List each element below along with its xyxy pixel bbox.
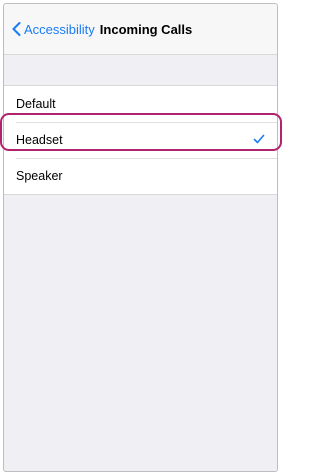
option-label: Headset bbox=[16, 133, 63, 147]
navigation-bar: Accessibility Incoming Calls bbox=[4, 4, 277, 55]
option-label: Speaker bbox=[16, 169, 63, 183]
option-headset[interactable]: Headset bbox=[4, 122, 277, 158]
option-label: Default bbox=[16, 97, 56, 111]
section-spacer bbox=[4, 55, 277, 85]
back-button-label: Accessibility bbox=[24, 21, 95, 37]
page-title: Incoming Calls bbox=[99, 21, 193, 37]
chevron-left-icon bbox=[12, 22, 21, 36]
option-default[interactable]: Default bbox=[4, 86, 277, 122]
incoming-calls-options-list: Default Headset Speaker bbox=[4, 85, 277, 195]
checkmark-icon bbox=[253, 134, 265, 144]
phone-screen: Accessibility Incoming Calls Default Hea… bbox=[3, 3, 278, 472]
back-button[interactable]: Accessibility bbox=[12, 22, 95, 37]
option-speaker[interactable]: Speaker bbox=[4, 158, 277, 194]
